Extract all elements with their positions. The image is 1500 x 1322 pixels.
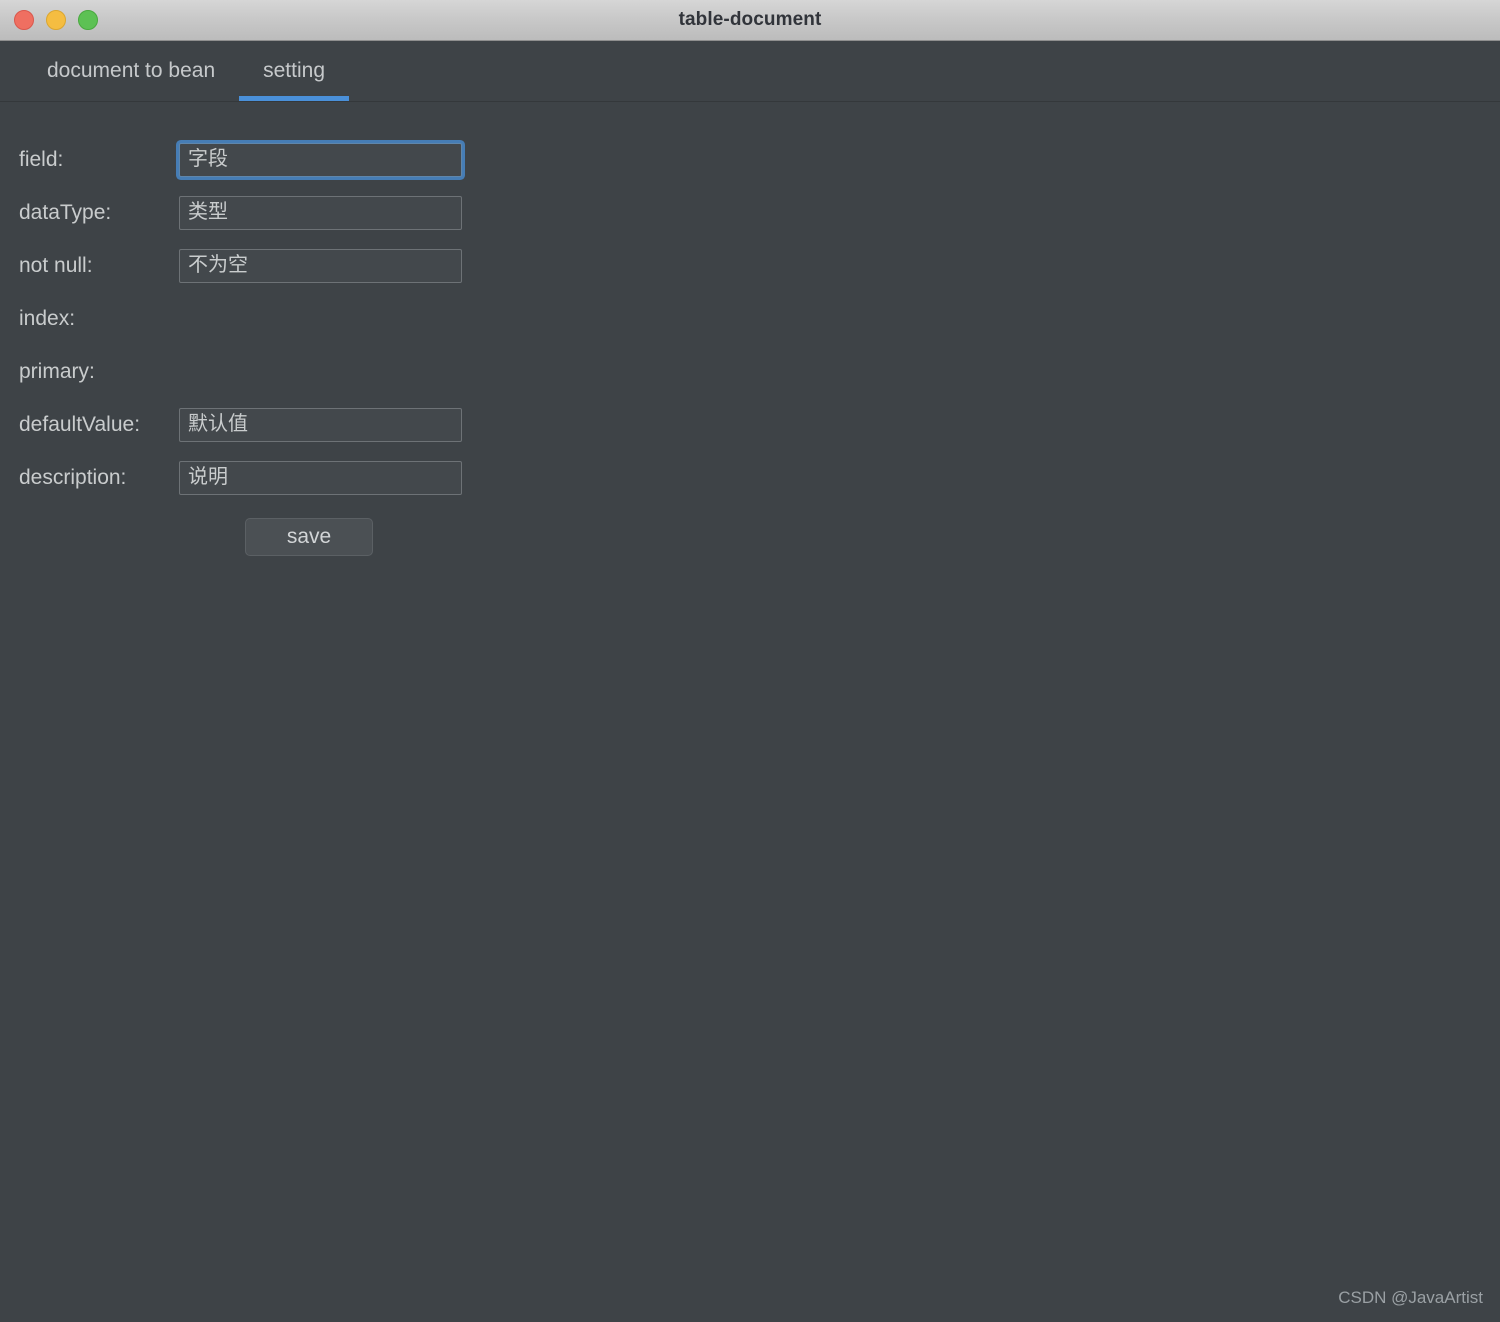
form-row-description: description: bbox=[0, 451, 1500, 504]
watermark: CSDN @JavaArtist bbox=[1338, 1288, 1483, 1307]
application-window: table-document document to bean setting … bbox=[0, 0, 1500, 1322]
tab-document-to-bean-label: document to bean bbox=[47, 59, 216, 82]
settings-panel: field: dataType: not null: index: primar… bbox=[0, 102, 1500, 1322]
close-window-icon[interactable] bbox=[14, 10, 34, 30]
form-row-default-value: defaultValue: bbox=[0, 398, 1500, 451]
tab-setting-label: setting bbox=[263, 59, 325, 82]
maximize-window-icon[interactable] bbox=[78, 10, 98, 30]
label-description: description: bbox=[19, 466, 127, 489]
default-value-input[interactable] bbox=[179, 407, 462, 442]
not-null-input[interactable] bbox=[179, 248, 462, 283]
label-primary: primary: bbox=[19, 360, 95, 383]
form-row-datatype: dataType: bbox=[0, 186, 1500, 239]
title-bar: table-document bbox=[0, 0, 1500, 41]
datatype-input[interactable] bbox=[179, 195, 462, 230]
index-input-slot bbox=[179, 302, 462, 336]
tab-setting[interactable]: setting bbox=[239, 41, 349, 101]
form-row-primary: primary: bbox=[0, 345, 1500, 398]
actions-spacer bbox=[19, 518, 179, 556]
window-title: table-document bbox=[678, 9, 822, 30]
window-controls bbox=[0, 10, 98, 30]
label-datatype: dataType: bbox=[19, 201, 112, 224]
primary-input-slot bbox=[179, 355, 462, 389]
tab-setting-underline bbox=[239, 96, 349, 101]
label-field: field: bbox=[19, 148, 64, 171]
description-input[interactable] bbox=[179, 460, 462, 495]
form-row-index: index: bbox=[0, 292, 1500, 345]
minimize-window-icon[interactable] bbox=[46, 10, 66, 30]
tab-bar: document to bean setting bbox=[0, 41, 1500, 102]
form-row-not-null: not null: bbox=[0, 239, 1500, 292]
label-index: index: bbox=[19, 307, 76, 330]
save-button[interactable]: save bbox=[245, 518, 373, 556]
field-settings-form: field: dataType: not null: index: primar… bbox=[0, 133, 1500, 556]
label-default-value: defaultValue: bbox=[19, 413, 141, 436]
field-input[interactable] bbox=[179, 142, 462, 177]
tab-document-to-bean[interactable]: document to bean bbox=[23, 41, 239, 101]
label-not-null: not null: bbox=[19, 254, 93, 277]
form-row-field: field: bbox=[0, 133, 1500, 186]
form-actions: save bbox=[0, 518, 1500, 556]
